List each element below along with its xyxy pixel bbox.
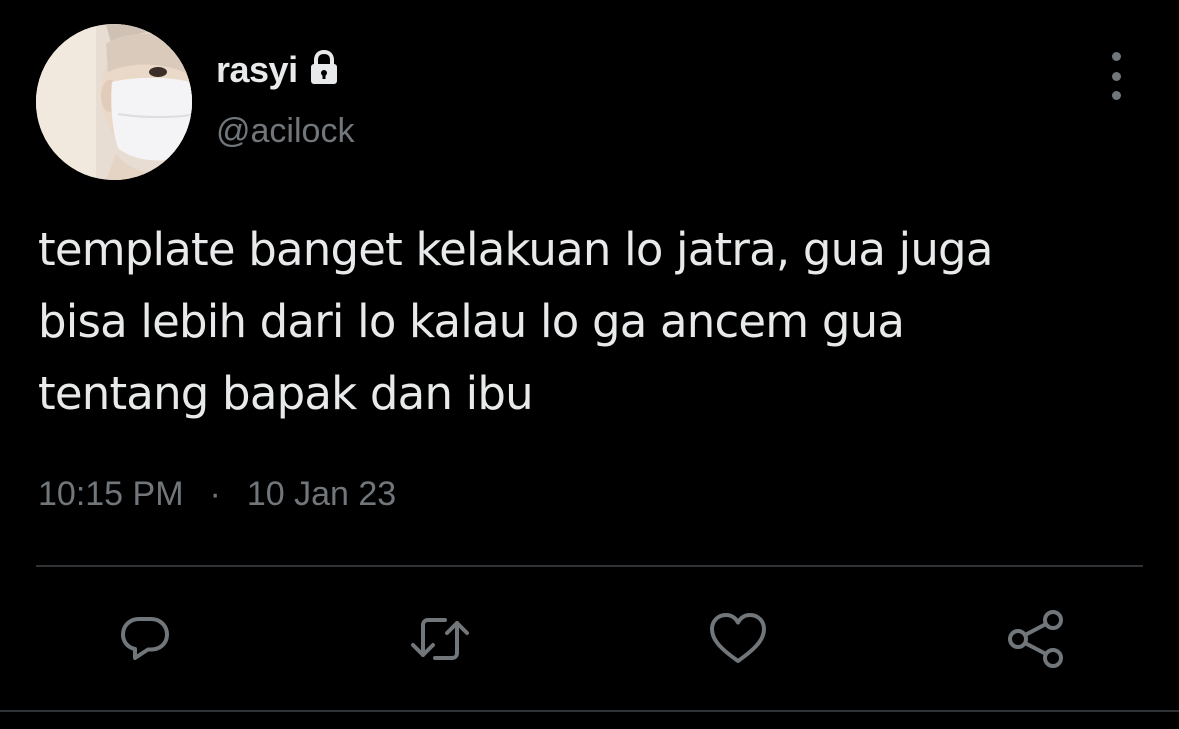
tweet-text: template banget kelakuan lo jatra, gua j… <box>38 214 1118 430</box>
avatar[interactable] <box>36 24 192 180</box>
tweet-detail: rasyi @acilock template banget kelakuan … <box>0 0 1179 729</box>
share-icon <box>1008 610 1063 668</box>
profile-photo <box>36 24 192 180</box>
reply-icon <box>121 617 169 660</box>
more-dot <box>1111 71 1121 81</box>
more-vertical-icon <box>1111 52 1121 61</box>
tweet-time[interactable]: 10:15 PM <box>38 475 184 514</box>
lock-icon <box>306 49 342 87</box>
heart-icon <box>710 613 766 663</box>
more-dot <box>1111 91 1121 100</box>
tweet-text-line: template banget kelakuan lo jatra, gua j… <box>38 223 993 276</box>
tweet-timestamp[interactable]: 10:15 PM · 10 Jan 23 <box>38 470 396 518</box>
author-name-row[interactable]: rasyi <box>216 48 342 92</box>
display-name[interactable]: rasyi <box>216 49 298 91</box>
tweet-text-line: tentang bapak dan ibu <box>38 367 534 420</box>
timestamp-separator: · <box>209 474 221 513</box>
retweet-icon <box>411 618 469 660</box>
divider <box>36 565 1143 567</box>
more-options-button[interactable] <box>1096 52 1136 100</box>
user-handle[interactable]: @acilock <box>216 112 354 151</box>
tweet-date[interactable]: 10 Jan 23 <box>247 475 396 514</box>
reply-button[interactable] <box>112 606 178 672</box>
tweet-text-line: bisa lebih dari lo kalau lo ga ancem gua <box>38 295 905 348</box>
bottom-divider <box>0 710 1179 712</box>
like-button[interactable] <box>705 606 771 672</box>
share-button[interactable] <box>1003 606 1069 672</box>
retweet-button[interactable] <box>407 606 473 672</box>
